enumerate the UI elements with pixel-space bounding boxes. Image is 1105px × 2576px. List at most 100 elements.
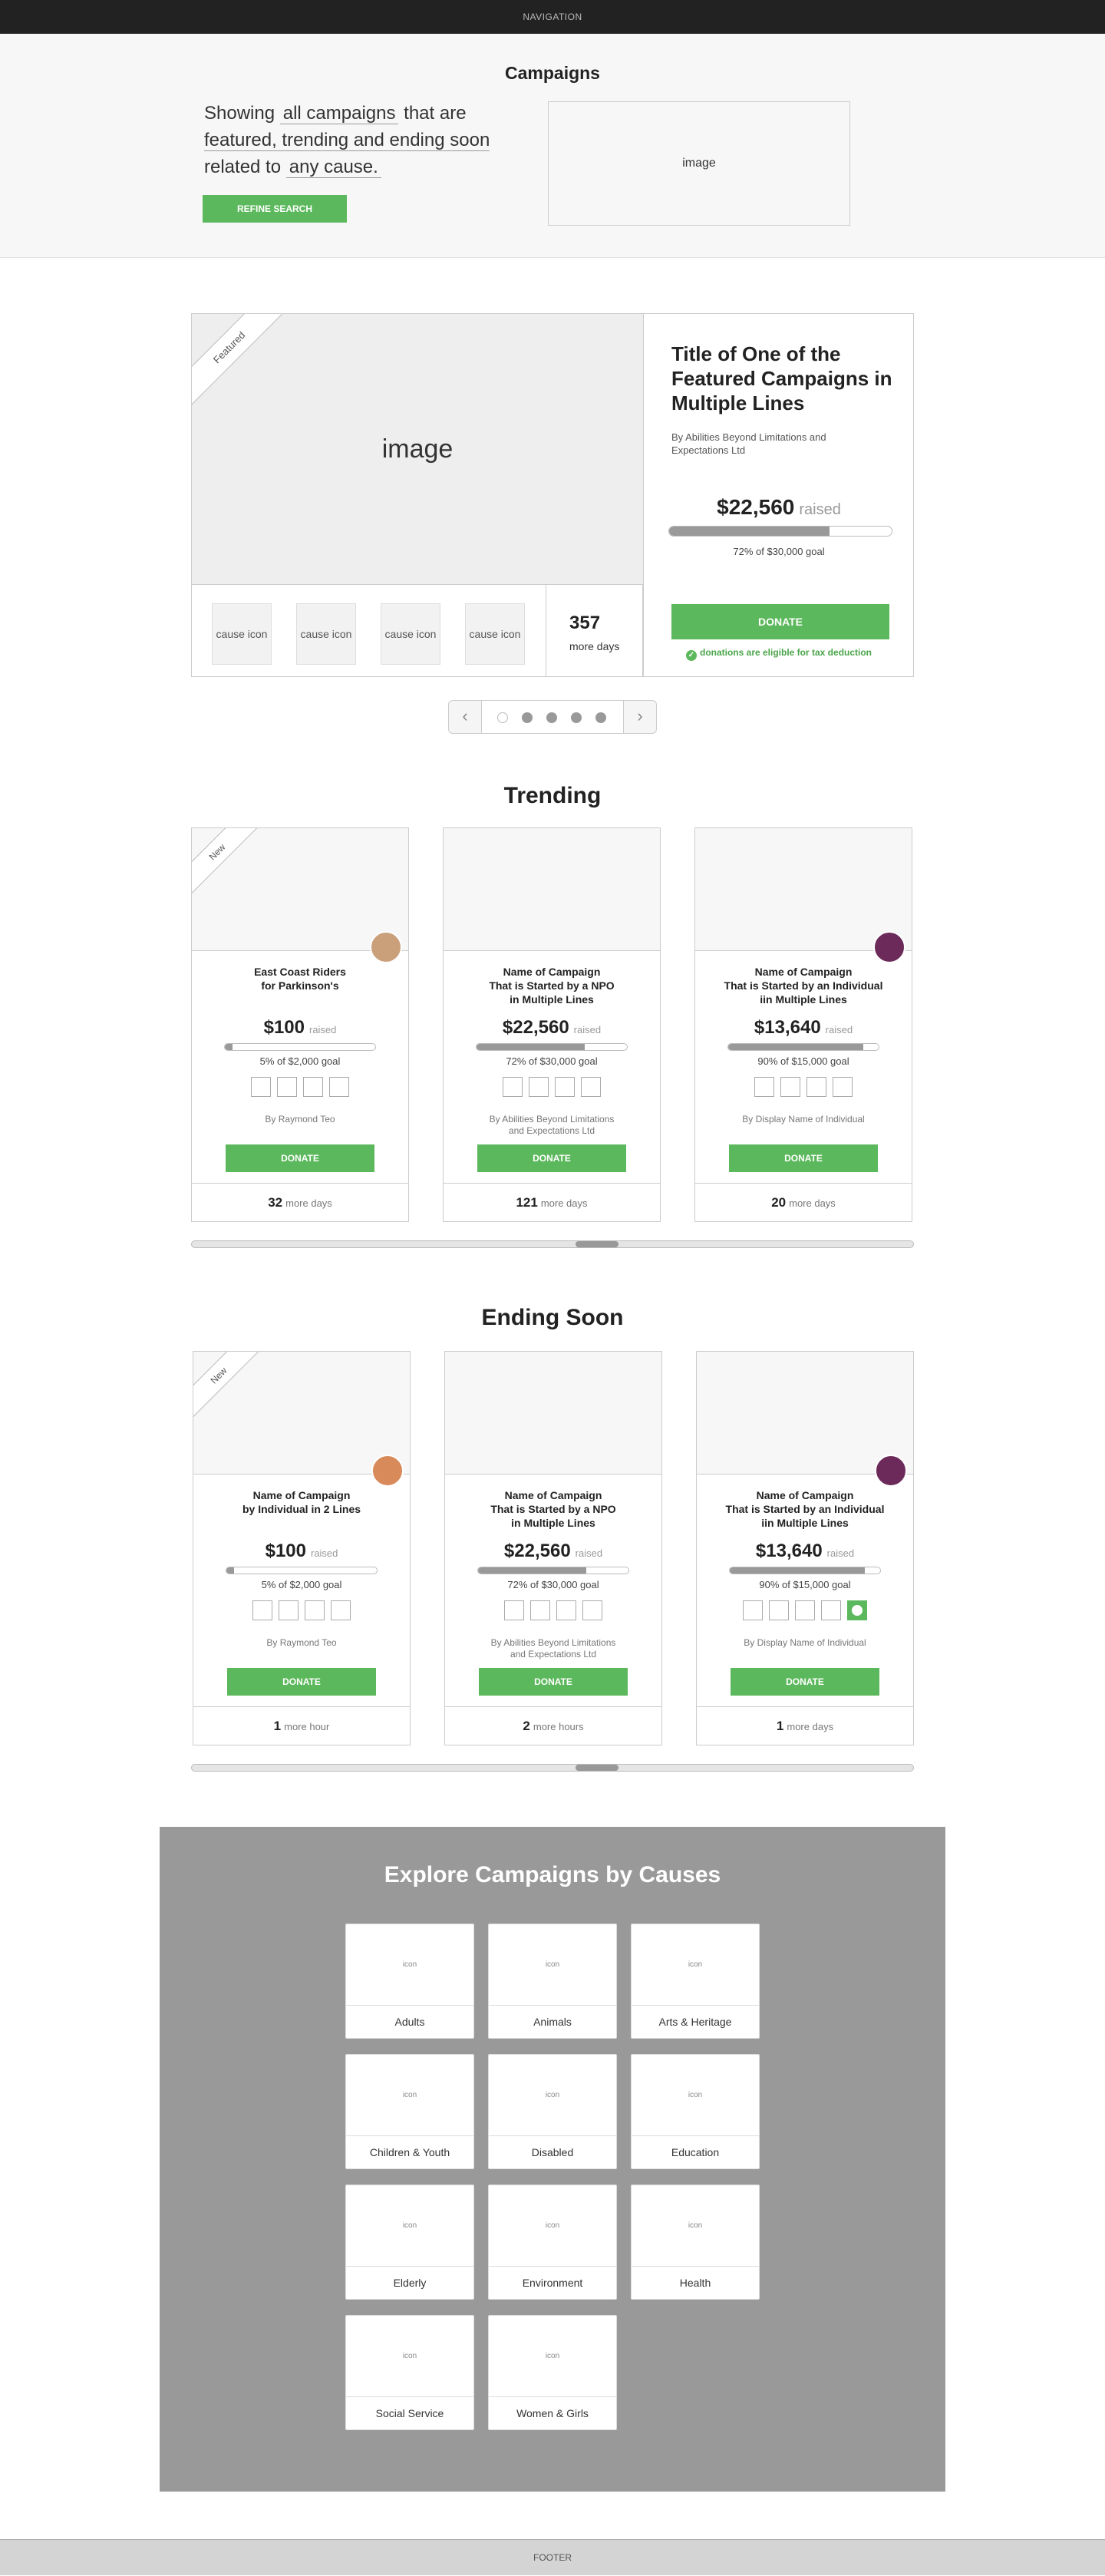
time-left-number: 121 [516, 1195, 538, 1210]
cause-tile[interactable]: icon Health [631, 2185, 760, 2300]
progress-fill [669, 527, 830, 536]
donate-button[interactable]: DONATE [477, 1144, 626, 1172]
campaign-card[interactable]: Name of Campaign That is Started by an I… [694, 827, 912, 1222]
pager-dots [481, 701, 624, 733]
ending-soon-scrollbar[interactable] [191, 1764, 914, 1772]
time-left-label: more days [789, 1197, 836, 1209]
cause-tile[interactable]: icon Women & Girls [488, 2315, 617, 2430]
cause-tile[interactable]: icon Disabled [488, 2054, 617, 2169]
pager-dot[interactable] [595, 712, 606, 723]
campaign-title[interactable]: Name of Campaign That is Started by an I… [695, 965, 912, 1006]
goal-text: 90% of $15,000 goal [757, 1055, 849, 1067]
cause-label: Health [679, 2277, 711, 2289]
time-left-number: 32 [268, 1195, 283, 1210]
footer-label: FOOTER [533, 2552, 572, 2563]
avatar[interactable] [875, 1455, 907, 1487]
cause-label: Social Service [375, 2407, 444, 2419]
raised-label: raised [826, 1547, 855, 1559]
donate-button[interactable]: DONATE [731, 1668, 879, 1696]
badge-slot [252, 1600, 272, 1620]
prev-arrow-icon[interactable]: ‹ [449, 701, 481, 733]
badge-slot [581, 1077, 601, 1097]
cause-icon: icon [489, 2316, 616, 2397]
cause-tile[interactable]: icon Adults [345, 1924, 474, 2039]
campaign-image[interactable] [697, 1352, 913, 1475]
time-left: 20 more days [695, 1183, 912, 1221]
featured-days-left: 357 more days [546, 584, 643, 676]
cause-tile[interactable]: icon Environment [488, 2185, 617, 2300]
campaign-image[interactable] [445, 1352, 661, 1475]
campaign-organizer: By Abilities Beyond Limitations and Expe… [489, 1114, 615, 1136]
campaign-card[interactable]: New Name of Campaign by Individual in 2 … [193, 1351, 411, 1745]
badge-slot [769, 1600, 789, 1620]
cause-tile[interactable]: icon Children & Youth [345, 2054, 474, 2169]
campaign-title[interactable]: Name of Campaign That is Started by a NP… [445, 1488, 661, 1530]
progress-bar [224, 1043, 376, 1051]
pager-dot[interactable] [522, 712, 533, 723]
pager-dot[interactable] [497, 712, 508, 723]
status-filter-dropdown[interactable]: featured, trending and ending soon [204, 130, 490, 151]
campaign-card[interactable]: Name of Campaign That is Started by a NP… [444, 1351, 662, 1745]
campaign-organizer: By Raymond Teo [266, 1637, 337, 1648]
campaign-title[interactable]: Name of Campaign That is Started by an I… [697, 1488, 913, 1530]
progress-fill [728, 1044, 864, 1050]
scrollbar-thumb[interactable] [576, 1765, 618, 1771]
cause-icon: icon [346, 2316, 473, 2397]
cause-icon[interactable]: cause icon [296, 603, 356, 665]
campaign-card[interactable]: New East Coast Riders for Parkinson's $1… [191, 827, 409, 1222]
campaign-image[interactable]: New [192, 828, 408, 951]
that-are-text: that are [404, 103, 467, 124]
hero-image-label: image [682, 157, 716, 170]
progress-fill [730, 1567, 866, 1574]
progress-fill [226, 1567, 234, 1574]
pager-dot[interactable] [546, 712, 557, 723]
featured-donate-button[interactable]: DONATE [671, 604, 889, 639]
badge-slot [331, 1600, 351, 1620]
cause-tile[interactable]: icon Elderly [345, 2185, 474, 2300]
refine-search-button[interactable]: REFINE SEARCH [203, 195, 347, 223]
campaign-title[interactable]: Name of Campaign That is Started by a NP… [444, 965, 660, 1006]
cause-filter-dropdown[interactable]: any cause. [285, 157, 381, 178]
time-left-label: more days [787, 1721, 834, 1732]
time-left: 1 more hour [193, 1706, 410, 1745]
cause-tile[interactable]: icon Education [631, 2054, 760, 2169]
campaigns-filter-dropdown[interactable]: all campaigns [279, 103, 399, 124]
cause-label: Elderly [393, 2277, 427, 2289]
avatar[interactable] [370, 931, 402, 963]
progress-bar [476, 1043, 628, 1051]
cause-icon[interactable]: cause icon [212, 603, 272, 665]
next-arrow-icon[interactable]: › [624, 701, 656, 733]
donate-button[interactable]: DONATE [729, 1144, 878, 1172]
cause-label: Adults [394, 2016, 425, 2028]
time-left-number: 1 [776, 1719, 784, 1733]
time-left-number: 2 [523, 1719, 530, 1733]
cause-icon[interactable]: cause icon [381, 603, 440, 665]
featured-title[interactable]: Title of One of the Featured Campaigns i… [671, 342, 894, 415]
cause-icon[interactable]: cause icon [465, 603, 525, 665]
donate-button[interactable]: DONATE [479, 1668, 628, 1696]
cause-tile[interactable]: icon Social Service [345, 2315, 474, 2430]
cause-tile[interactable]: icon Animals [488, 1924, 617, 2039]
cause-tile[interactable]: icon Arts & Heritage [631, 1924, 760, 2039]
campaign-title[interactable]: East Coast Riders for Parkinson's [192, 965, 408, 992]
donate-button[interactable]: DONATE [226, 1144, 374, 1172]
check-circle-icon: ✓ [685, 650, 697, 661]
avatar[interactable] [873, 931, 905, 963]
days-left-label: more days [569, 640, 620, 652]
scrollbar-thumb[interactable] [576, 1241, 618, 1247]
showing-text: Showing [204, 103, 275, 124]
time-left: 121 more days [444, 1183, 660, 1221]
campaign-card[interactable]: Name of Campaign That is Started by a NP… [443, 827, 661, 1222]
cause-label: Disabled [531, 2146, 574, 2158]
pager-dot[interactable] [571, 712, 582, 723]
avatar[interactable] [371, 1455, 404, 1487]
featured-image[interactable]: Featured image [192, 314, 643, 584]
donate-button[interactable]: DONATE [227, 1668, 376, 1696]
progress-bar [226, 1567, 378, 1574]
campaign-card[interactable]: Name of Campaign That is Started by an I… [696, 1351, 914, 1745]
campaign-image[interactable]: New [193, 1352, 410, 1475]
campaign-title[interactable]: Name of Campaign by Individual in 2 Line… [193, 1488, 410, 1516]
campaign-image[interactable] [695, 828, 912, 951]
campaign-image[interactable] [444, 828, 660, 951]
trending-scrollbar[interactable] [191, 1240, 914, 1248]
